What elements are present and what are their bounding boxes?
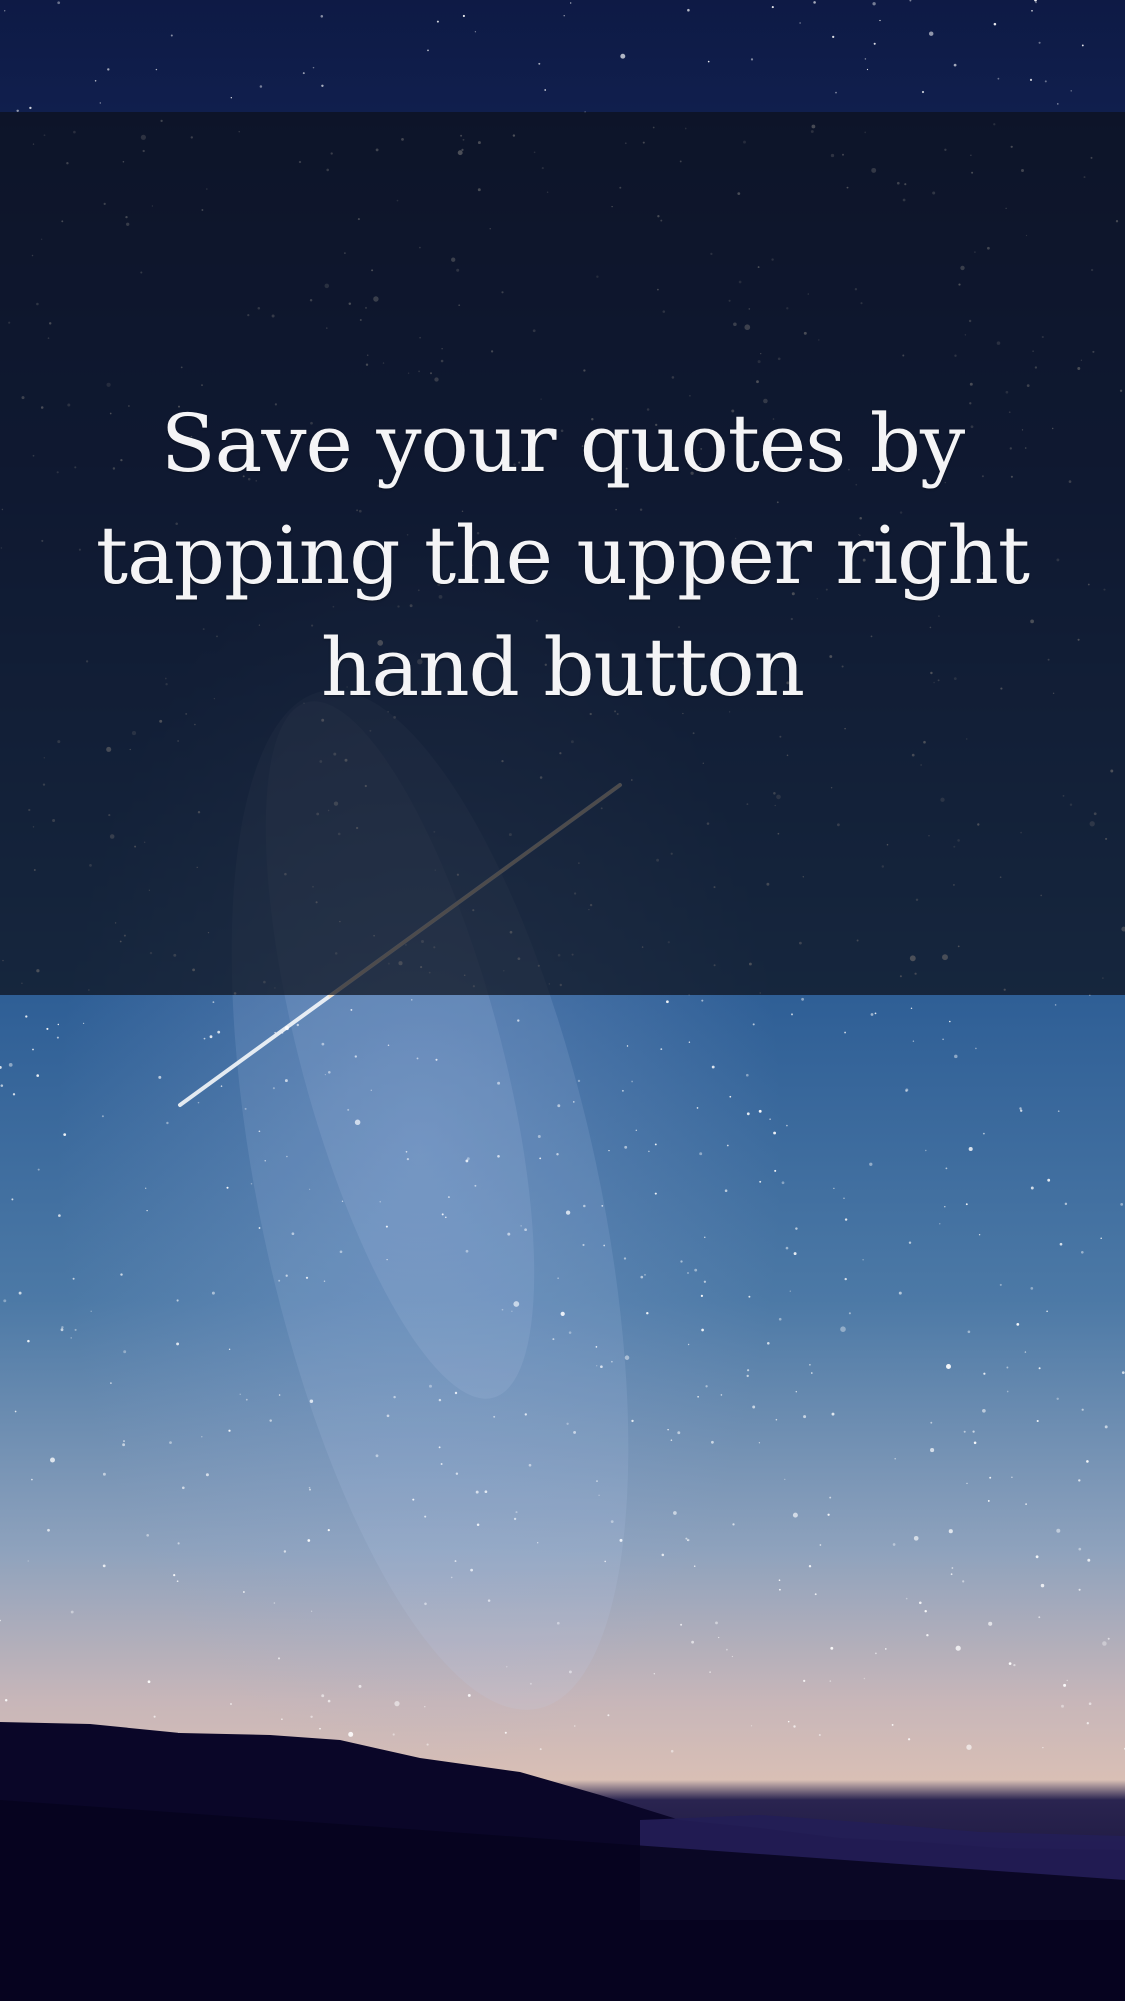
onboarding-message: Save your quotes by tapping the upper ri…: [95, 397, 1030, 714]
onboarding-screen[interactable]: Save your quotes by tapping the upper ri…: [0, 0, 1125, 2001]
